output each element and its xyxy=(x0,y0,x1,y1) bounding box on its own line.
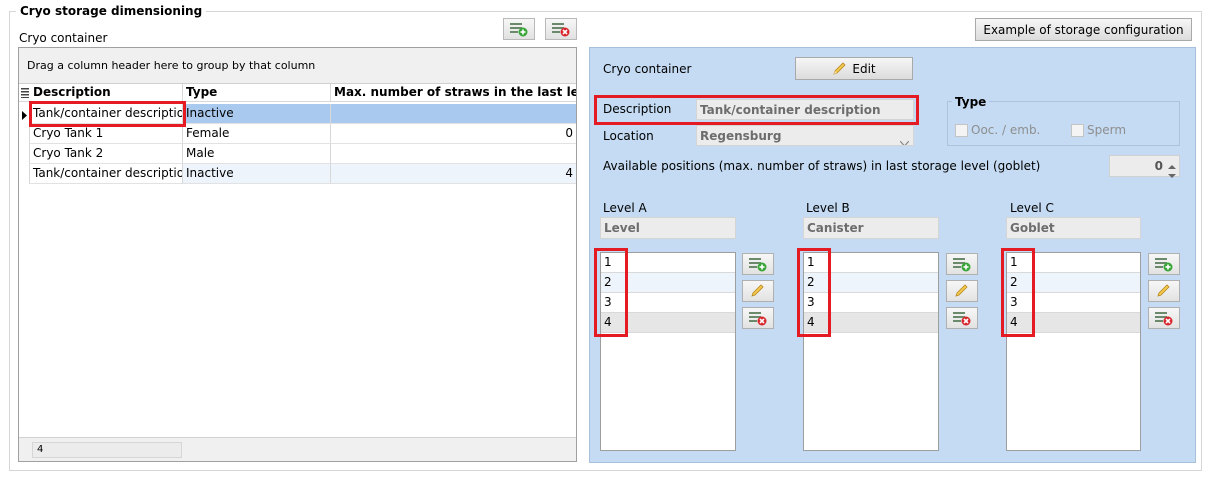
column-header-description[interactable]: Description xyxy=(30,84,183,102)
level-a-name-field[interactable]: Level xyxy=(600,217,736,239)
table-row[interactable]: Cryo Tank 1 Female 0 xyxy=(19,124,576,144)
positions-value: 0 xyxy=(1154,159,1163,173)
level-b-edit-button[interactable] xyxy=(946,280,978,302)
panel-cryo-container-label: Cryo container xyxy=(603,62,692,76)
row-count: 4 xyxy=(32,442,182,458)
level-a-edit-button[interactable] xyxy=(742,280,774,302)
add-row-icon xyxy=(953,258,971,272)
level-a-add-button[interactable] xyxy=(742,253,774,275)
cell-max-straws[interactable]: 0 xyxy=(331,124,576,144)
delete-row-icon xyxy=(953,312,971,326)
cell-description[interactable]: Cryo Tank 1 xyxy=(30,124,183,144)
level-a-delete-button[interactable] xyxy=(742,307,774,329)
highlight-level-c-items xyxy=(1001,248,1035,337)
column-header-max-straws[interactable]: Max. number of straws in the last level xyxy=(331,84,576,102)
level-a-title: Level A xyxy=(603,201,647,215)
cell-description[interactable]: Tank/container description xyxy=(30,164,183,184)
row-indicator-icon xyxy=(22,109,27,123)
ooc-emb-checkbox[interactable] xyxy=(955,124,968,137)
level-b-delete-button[interactable] xyxy=(946,307,978,329)
group-by-panel[interactable]: Drag a column header here to group by th… xyxy=(19,48,576,84)
cell-max-straws[interactable]: 4 xyxy=(331,164,576,184)
add-row-icon xyxy=(510,23,528,37)
grid-footer: 4 xyxy=(19,437,576,461)
location-select[interactable]: Regensburg xyxy=(696,125,914,146)
pencil-icon xyxy=(833,61,846,75)
highlight-level-a-items xyxy=(594,248,628,337)
table-row[interactable]: Cryo Tank 2 Male xyxy=(19,144,576,164)
delete-row-icon xyxy=(552,23,570,37)
cell-max-straws[interactable] xyxy=(331,144,576,164)
highlight-level-b-items xyxy=(797,248,831,337)
delete-row-icon xyxy=(1155,312,1173,326)
edit-button-label: Edit xyxy=(852,61,876,76)
location-value: Regensburg xyxy=(700,129,782,143)
group-title: Cryo storage dimensioning xyxy=(16,4,207,18)
level-c-name-field[interactable]: Goblet xyxy=(1006,217,1141,239)
spinner-down-icon[interactable] xyxy=(1168,168,1176,182)
cell-type[interactable]: Male xyxy=(183,144,331,164)
level-c-edit-button[interactable] xyxy=(1148,280,1180,302)
highlight-description-cell xyxy=(29,101,186,127)
sperm-checkbox[interactable] xyxy=(1071,124,1084,137)
pencil-icon xyxy=(1157,284,1170,297)
cell-type[interactable]: Inactive xyxy=(183,104,331,124)
edit-button[interactable]: Edit xyxy=(795,57,913,80)
level-c-add-button[interactable] xyxy=(1148,253,1180,275)
pencil-icon xyxy=(955,284,968,297)
pencil-icon xyxy=(751,284,764,297)
table-row[interactable]: Tank/container description Inactive 4 xyxy=(19,164,576,184)
cell-description[interactable]: Cryo Tank 2 xyxy=(30,144,183,164)
add-row-icon xyxy=(749,258,767,272)
column-header-type[interactable]: Type xyxy=(183,84,331,102)
type-title: Type xyxy=(952,95,990,109)
location-label: Location xyxy=(603,129,654,143)
cell-type[interactable]: Female xyxy=(183,124,331,144)
level-b-name-field[interactable]: Canister xyxy=(803,217,939,239)
container-grid: Drag a column header here to group by th… xyxy=(18,47,577,462)
cryo-container-label: Cryo container xyxy=(19,31,108,45)
delete-container-button[interactable] xyxy=(545,18,577,40)
highlight-description-field xyxy=(594,95,919,125)
column-chooser-icon[interactable] xyxy=(21,87,29,101)
available-positions-label: Available positions (max. number of stra… xyxy=(603,159,1041,173)
add-row-icon xyxy=(1155,258,1173,272)
example-configuration-button[interactable]: Example of storage configuration xyxy=(975,18,1192,41)
cell-max-straws[interactable] xyxy=(331,104,576,124)
level-b-add-button[interactable] xyxy=(946,253,978,275)
sperm-label: Sperm xyxy=(1087,123,1127,137)
level-b-title: Level B xyxy=(806,201,850,215)
cell-type[interactable]: Inactive xyxy=(183,164,331,184)
grid-header: Description Type Max. number of straws i… xyxy=(19,84,576,102)
level-c-title: Level C xyxy=(1010,201,1054,215)
positions-spinner[interactable]: 0 xyxy=(1109,155,1180,178)
add-container-button[interactable] xyxy=(503,18,535,40)
level-c-delete-button[interactable] xyxy=(1148,307,1180,329)
ooc-emb-label: Ooc. / emb. xyxy=(971,123,1041,137)
chevron-down-icon xyxy=(899,133,910,145)
delete-row-icon xyxy=(749,312,767,326)
